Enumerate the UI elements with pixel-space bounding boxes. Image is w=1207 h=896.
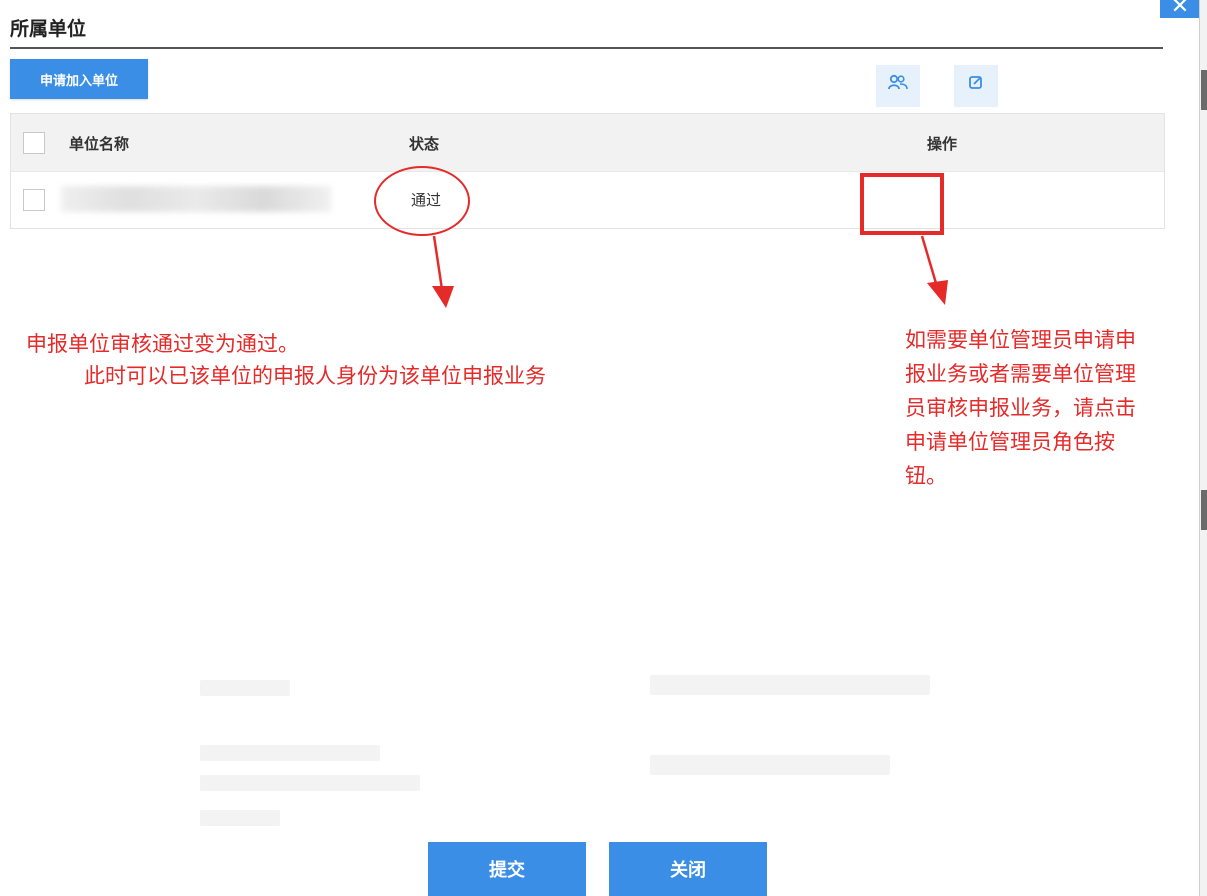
- close-button[interactable]: 关闭: [609, 842, 767, 896]
- annotation-left: 申报单位审核通过变为通过。 此时可以已该单位的申报人身份为该单位申报业务: [26, 328, 546, 392]
- annotation-left-line2: 此时可以已该单位的申报人身份为该单位申报业务: [84, 364, 546, 388]
- faint-background-text: [200, 810, 280, 826]
- faint-background-text: [200, 775, 420, 791]
- faint-background-text: [650, 755, 890, 775]
- faint-background-text: [200, 680, 290, 696]
- annotation-left-line1: 申报单位审核通过变为通过。: [26, 332, 299, 356]
- annotation-right-line: 报业务或者需要单位管理: [905, 362, 1136, 386]
- submit-button[interactable]: 提交: [428, 842, 586, 896]
- annotation-right-line: 申请单位管理员角色按: [905, 430, 1115, 454]
- annotation-right: 如需要单位管理员申请申 报业务或者需要单位管理 员审核申报业务，请点击 申请单位…: [905, 323, 1195, 493]
- faint-background-text: [200, 745, 380, 761]
- faint-background-text: [650, 675, 930, 695]
- annotation-right-line: 钮。: [905, 464, 947, 488]
- annotation-right-line: 如需要单位管理员申请申: [905, 328, 1136, 352]
- annotation-right-line: 员审核申报业务，请点击: [905, 396, 1136, 420]
